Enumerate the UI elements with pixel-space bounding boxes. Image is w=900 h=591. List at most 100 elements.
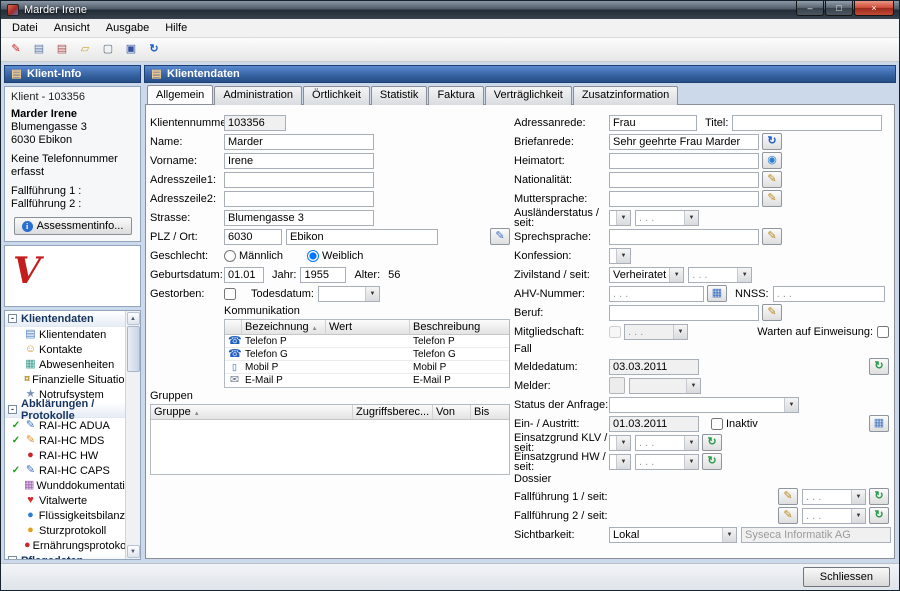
chevron-down-icon[interactable]: ▼ <box>673 325 687 339</box>
scrollbar-thumb[interactable] <box>127 326 140 372</box>
menu-ausgabe[interactable]: Ausgabe <box>98 20 157 36</box>
einsatzgrund-hw-history-button[interactable] <box>702 453 722 470</box>
sidebar-item-klientendaten[interactable]: Klientendaten <box>5 327 125 342</box>
beruf-input[interactable] <box>609 305 759 321</box>
tab-zusatzinformation[interactable]: Zusatzinformation <box>573 86 678 105</box>
chevron-down-icon[interactable]: ▼ <box>684 436 698 450</box>
muttersprache-edit-button[interactable] <box>762 190 782 207</box>
vorname-input[interactable] <box>224 153 374 169</box>
fallfuehrung1-seit-combo[interactable]: . . . ▼ <box>802 489 866 505</box>
zivilstand-seit-combo[interactable]: . . . ▼ <box>688 267 752 283</box>
chevron-down-icon[interactable]: ▼ <box>669 268 683 282</box>
sidebar-item-sturzprotokoll[interactable]: Sturzprotokoll <box>5 523 125 538</box>
maennlich-radio[interactable] <box>224 250 236 262</box>
sidebar-item-vitalwerte[interactable]: Vitalwerte <box>5 493 125 508</box>
tab-vertraeglichkeit[interactable]: Verträglichkeit <box>485 86 572 105</box>
plz-input[interactable] <box>224 229 282 245</box>
sprechsprache-input[interactable] <box>609 229 759 245</box>
maximize-button[interactable]: □ <box>825 1 853 16</box>
scroll-up-icon[interactable]: ▲ <box>127 312 140 325</box>
strasse-input[interactable] <box>224 210 374 226</box>
scroll-down-icon[interactable]: ▼ <box>127 545 140 558</box>
fallfuehrung1-edit-button[interactable] <box>778 488 798 505</box>
tab-administration[interactable]: Administration <box>214 86 302 105</box>
assessmentinfo-button[interactable]: Assessmentinfo... <box>14 217 132 235</box>
table-row[interactable]: Telefon G Telefon G <box>225 348 509 361</box>
chevron-down-icon[interactable]: ▼ <box>616 436 630 450</box>
adressanrede-input[interactable] <box>609 115 697 131</box>
heimatort-input[interactable] <box>609 153 759 169</box>
nav-section-abklaerungen[interactable]: Abklärungen / Protokolle <box>5 402 125 418</box>
jahr-input[interactable] <box>300 267 346 283</box>
chevron-down-icon[interactable]: ▼ <box>784 398 798 412</box>
collapse-icon[interactable] <box>8 405 17 414</box>
table-row[interactable]: E-Mail P E-Mail P <box>225 374 509 387</box>
muttersprache-input[interactable] <box>609 191 759 207</box>
zivilstand-combo[interactable]: Verheiratet ▼ <box>609 267 684 283</box>
collapse-icon[interactable] <box>8 556 17 559</box>
menu-hilfe[interactable]: Hilfe <box>157 20 195 36</box>
einsatzgrund-klv-history-button[interactable] <box>702 434 722 451</box>
briefanrede-generate-button[interactable] <box>762 133 782 150</box>
einsatzgrund-klv-seit-combo[interactable]: . . . ▼ <box>635 435 699 451</box>
sidebar-item-kontakte[interactable]: Kontakte <box>5 342 125 357</box>
sidebar-item-fluessigkeitsbilanz[interactable]: Flüssigkeitsbilanz <box>5 508 125 523</box>
sidebar-item-rai-hc-hw[interactable]: RAI-HC HW <box>5 448 125 463</box>
refresh-button[interactable] <box>143 40 165 60</box>
mitgliedschaft-checkbox[interactable] <box>609 326 621 338</box>
eintritt-input[interactable] <box>609 416 699 432</box>
meldedatum-history-button[interactable] <box>869 358 889 375</box>
tab-faktura[interactable]: Faktura <box>428 86 483 105</box>
sidebar-item-abwesenheiten[interactable]: Abwesenheiten <box>5 357 125 372</box>
adresszeile2-input[interactable] <box>224 191 374 207</box>
melder-lookup-button[interactable] <box>609 377 625 394</box>
mitgliedschaft-seit-combo[interactable]: . . . ▼ <box>624 324 688 340</box>
ort-input[interactable] <box>286 229 438 245</box>
einsatzgrund-klv-combo[interactable]: ▼ <box>609 435 631 451</box>
fallfuehrung2-seit-combo[interactable]: . . . ▼ <box>802 508 866 524</box>
folder-button[interactable] <box>74 40 96 60</box>
sidebar-item-ernaehrungsprotokoll[interactable]: Ernährungsprotokoll <box>5 538 125 553</box>
chevron-down-icon[interactable]: ▼ <box>851 509 865 523</box>
menu-ansicht[interactable]: Ansicht <box>46 20 98 36</box>
einsatzgrund-hw-seit-combo[interactable]: . . . ▼ <box>635 454 699 470</box>
nnss-input[interactable] <box>773 286 885 302</box>
gestorben-checkbox[interactable] <box>224 288 236 300</box>
window-button[interactable] <box>97 40 119 60</box>
nationalitaet-edit-button[interactable] <box>762 171 782 188</box>
beruf-edit-button[interactable] <box>762 304 782 321</box>
sidebar-scrollbar[interactable]: ▲ ▼ <box>125 311 140 559</box>
schliessen-button[interactable]: Schliessen <box>803 567 890 587</box>
titel-input[interactable] <box>732 115 882 131</box>
sprechsprache-edit-button[interactable] <box>762 228 782 245</box>
close-window-button[interactable]: × <box>854 1 894 16</box>
chevron-down-icon[interactable]: ▼ <box>684 211 698 225</box>
sidebar-item-rai-hc-mds[interactable]: ✓ RAI-HC MDS <box>5 433 125 448</box>
melder-combo[interactable]: ▼ <box>629 378 701 394</box>
chevron-down-icon[interactable]: ▼ <box>737 268 751 282</box>
inaktiv-checkbox[interactable] <box>711 418 723 430</box>
chevron-down-icon[interactable]: ▼ <box>686 379 700 393</box>
sichtbarkeit-combo[interactable]: Lokal ▼ <box>609 527 737 543</box>
chevron-down-icon[interactable]: ▼ <box>616 249 630 263</box>
menu-datei[interactable]: Datei <box>4 20 46 36</box>
meldedatum-input[interactable] <box>609 359 699 375</box>
briefanrede-input[interactable] <box>609 134 759 150</box>
sichtbarkeit-org-input[interactable] <box>741 527 891 543</box>
heimatort-lookup-button[interactable] <box>762 152 782 169</box>
fallfuehrung2-history-button[interactable] <box>869 507 889 524</box>
fallfuehrung1-history-button[interactable] <box>869 488 889 505</box>
einsatzgrund-hw-combo[interactable]: ▼ <box>609 454 631 470</box>
nav-section-pflegedaten[interactable]: Pflegedaten <box>5 553 125 559</box>
konfession-combo[interactable]: ▼ <box>609 248 631 264</box>
chevron-down-icon[interactable]: ▼ <box>616 455 630 469</box>
save-button[interactable] <box>120 40 142 60</box>
edit-button[interactable] <box>5 40 27 60</box>
gruppen-table-body[interactable] <box>151 420 509 474</box>
auslaenderstatus-seit-combo[interactable]: . . . ▼ <box>635 210 699 226</box>
name-input[interactable] <box>224 134 374 150</box>
ahv-check-button[interactable] <box>707 285 727 302</box>
klientennummer-input[interactable] <box>224 115 286 131</box>
document-export-button[interactable] <box>51 40 73 60</box>
sidebar-item-finanzielle-situation[interactable]: Finanzielle Situation <box>5 372 125 387</box>
